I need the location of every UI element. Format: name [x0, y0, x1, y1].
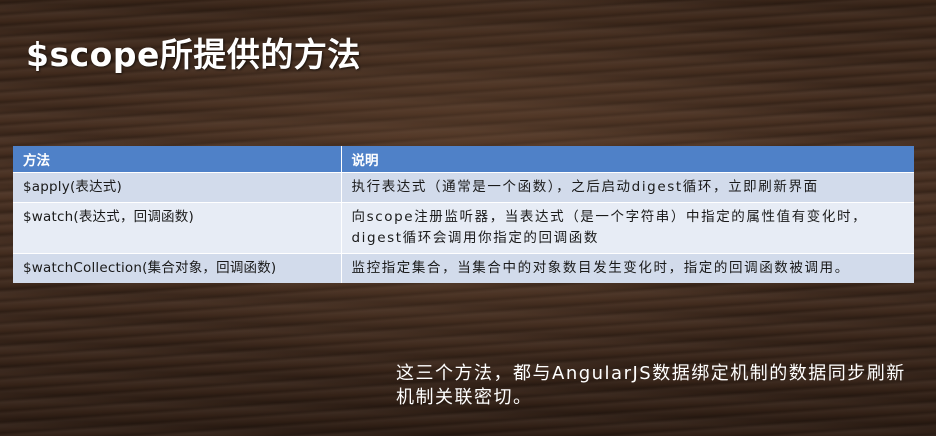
table-row: $watch(表达式，回调函数) 向scope注册监听器，当表达式（是一个字符串… [13, 202, 914, 254]
column-header-method: 方法 [13, 146, 342, 173]
description-cell: 监控指定集合，当集合中的对象数目发生变化时，指定的回调函数被调用。 [341, 253, 914, 283]
method-cell: $watchCollection(集合对象，回调函数) [13, 253, 342, 283]
footnote-text: 这三个方法，都与AngularJS数据绑定机制的数据同步刷新机制关联密切。 [396, 363, 906, 408]
slide-title: $scope所提供的方法 [26, 35, 361, 74]
table-row: $apply(表达式) 执行表达式（通常是一个函数），之后启动digest循环，… [13, 172, 914, 203]
description-cell: 执行表达式（通常是一个函数），之后启动digest循环，立即刷新界面 [341, 172, 914, 203]
method-cell: $apply(表达式) [13, 172, 342, 203]
table-header-row: 方法 说明 [13, 146, 914, 173]
method-cell: $watch(表达式，回调函数) [13, 202, 342, 254]
column-header-description: 说明 [341, 146, 914, 173]
description-cell: 向scope注册监听器，当表达式（是一个字符串）中指定的属性值有变化时，dige… [341, 202, 914, 254]
table-row: $watchCollection(集合对象，回调函数) 监控指定集合，当集合中的… [13, 253, 914, 283]
methods-table: 方法 说明 $apply(表达式) 执行表达式（通常是一个函数），之后启动dig… [13, 146, 914, 283]
